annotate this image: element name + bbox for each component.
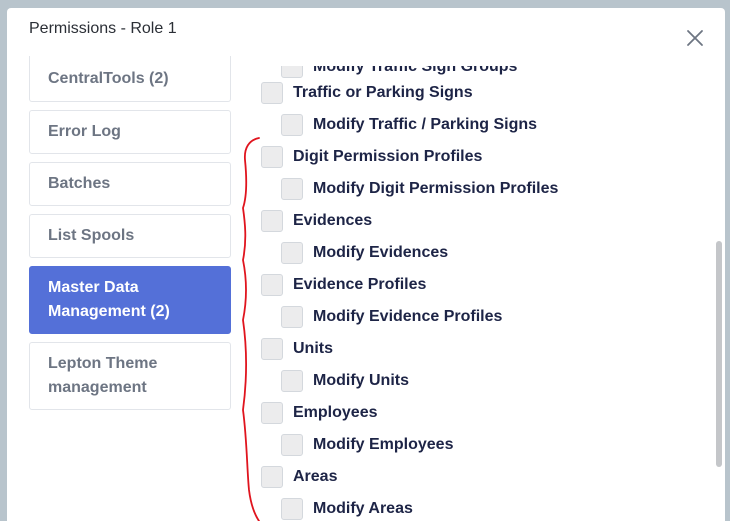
- permission-label: Areas: [293, 468, 338, 485]
- permission-label: Employees: [293, 404, 378, 421]
- permission-item: Modify Digit Permission Profiles: [281, 177, 558, 201]
- sidebar-item-label: Batches: [48, 175, 111, 192]
- dialog-title: Permissions - Role 1: [29, 20, 177, 37]
- permission-item: Units: [261, 337, 333, 361]
- permission-label: Evidence Profiles: [293, 276, 427, 293]
- permission-item: Evidence Profiles: [261, 273, 426, 297]
- permission-checkbox[interactable]: [281, 370, 303, 392]
- sidebar-item-lepton-theme-management[interactable]: Lepton Theme management: [29, 342, 231, 410]
- permission-label: Modify Traffic Sign Groups: [313, 66, 518, 75]
- permission-item: Modify Traffic Sign Groups: [281, 66, 517, 79]
- permission-checkbox[interactable]: [261, 146, 283, 168]
- permission-checkbox[interactable]: [261, 82, 283, 104]
- permission-item: Modify Units: [281, 369, 409, 393]
- permission-item: Modify Evidences: [281, 241, 448, 265]
- sidebar-item-label: Error Log: [48, 123, 121, 140]
- scrollbar-thumb[interactable]: [716, 241, 722, 467]
- sidebar-item-label: Master Data Management (2): [48, 279, 170, 320]
- permission-checkbox[interactable]: [261, 338, 283, 360]
- permission-item: Traffic or Parking Signs: [261, 81, 473, 105]
- sidebar-item-centraltools[interactable]: CentralTools (2): [29, 56, 231, 102]
- sidebar-item-label: CentralTools (2): [48, 69, 169, 87]
- permission-checkbox[interactable]: [281, 178, 303, 200]
- permission-checkbox[interactable]: [281, 498, 303, 520]
- permission-item: Digit Permission Profiles: [261, 145, 482, 169]
- sidebar-item-label: Lepton Theme management: [48, 355, 158, 396]
- permission-item: Areas: [261, 465, 337, 489]
- permission-label: Units: [293, 340, 333, 357]
- permission-label: Digit Permission Profiles: [293, 148, 483, 165]
- permission-label: Modify Evidences: [313, 244, 449, 261]
- permission-checkbox[interactable]: [281, 114, 303, 136]
- permission-checkbox[interactable]: [261, 466, 283, 488]
- permission-list[interactable]: Modify Traffic Sign Groups Traffic or Pa…: [245, 66, 715, 521]
- permissions-dialog: Permissions - Role 1 CentralTools (2) Er…: [7, 8, 725, 521]
- permission-item: Modify Areas: [281, 497, 413, 521]
- permission-label: Modify Evidence Profiles: [313, 308, 503, 325]
- permission-checkbox[interactable]: [281, 66, 303, 78]
- sidebar-item-batches[interactable]: Batches: [29, 162, 231, 206]
- permission-label: Modify Traffic / Parking Signs: [313, 116, 538, 133]
- permission-label: Modify Employees: [313, 436, 454, 453]
- permission-item: Evidences: [261, 209, 372, 233]
- sidebar-item-label: List Spools: [48, 227, 135, 244]
- permission-item: Modify Evidence Profiles: [281, 305, 502, 329]
- sidebar-item-master-data-management[interactable]: Master Data Management (2): [29, 266, 231, 334]
- permission-label: Traffic or Parking Signs: [293, 84, 473, 101]
- permission-checkbox[interactable]: [281, 434, 303, 456]
- sidebar-item-error-log[interactable]: Error Log: [29, 110, 231, 154]
- permission-checkbox[interactable]: [261, 274, 283, 296]
- permission-label: Modify Units: [313, 372, 409, 389]
- permission-label: Modify Areas: [313, 500, 413, 517]
- permission-checkbox[interactable]: [261, 210, 283, 232]
- permission-label: Modify Digit Permission Profiles: [313, 180, 559, 197]
- close-button[interactable]: [685, 28, 705, 48]
- permission-item: Modify Traffic / Parking Signs: [281, 113, 537, 137]
- permission-item: Modify Employees: [281, 433, 453, 457]
- permission-checkbox[interactable]: [281, 242, 303, 264]
- permission-item: Employees: [261, 401, 377, 425]
- close-icon: [687, 30, 703, 46]
- permission-checkbox[interactable]: [261, 402, 283, 424]
- permission-label: Evidences: [293, 212, 373, 229]
- sidebar-item-list-spools[interactable]: List Spools: [29, 214, 231, 258]
- permission-checkbox[interactable]: [281, 306, 303, 328]
